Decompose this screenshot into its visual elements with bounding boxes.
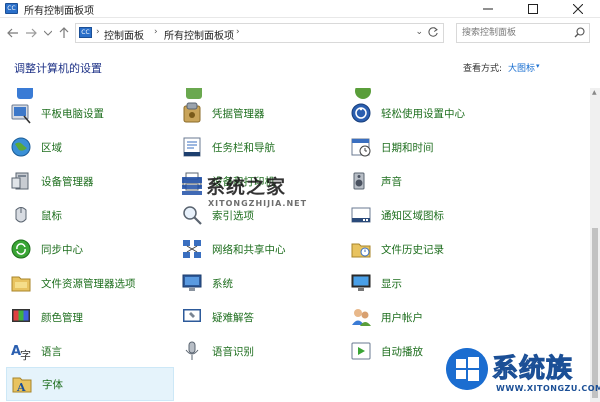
item-date-time[interactable]: 日期和时间 (350, 132, 434, 162)
title-bar: CC 所有控制面板项 (0, 0, 600, 18)
autoplay-icon (350, 340, 372, 362)
sync-center-icon (10, 238, 32, 260)
ease-of-access-icon (350, 102, 372, 124)
minimize-button[interactable] (465, 0, 510, 18)
item-sound[interactable]: 声音 (350, 166, 402, 196)
item-tablet-pc-settings[interactable]: 平板电脑设置 (10, 98, 104, 128)
control-panel-icon: CC (5, 3, 18, 14)
close-icon (572, 4, 583, 14)
panel-header: 调整计算机的设置 查看方式: 大图标 ▾ (0, 48, 600, 88)
system-icon (181, 272, 203, 294)
view-by-chevron-icon[interactable]: ▾ (536, 62, 540, 70)
mouse-icon (10, 204, 32, 226)
watermark-xitongzu: 系统族 WWW.XITONGZU.COM (446, 346, 600, 402)
item-credential-manager[interactable]: 凭据管理器 (181, 98, 265, 128)
item-taskbar-navigation[interactable]: 任务栏和导航 (181, 132, 275, 162)
back-button[interactable] (6, 25, 20, 41)
item-file-explorer-options[interactable]: 文件资源管理器选项 (10, 268, 136, 298)
svg-text:字: 字 (20, 348, 31, 362)
chevron-down-icon (44, 30, 52, 36)
page-title: 调整计算机的设置 (14, 62, 102, 75)
breadcrumb-separator-icon[interactable]: › (154, 27, 158, 37)
search-input[interactable] (462, 26, 562, 40)
up-button[interactable] (57, 25, 71, 41)
item-display[interactable]: 显示 (350, 268, 402, 298)
region-icon (10, 136, 32, 158)
user-accounts-icon (350, 306, 372, 328)
file-history-icon (350, 238, 372, 260)
credential-manager-icon (181, 102, 203, 124)
item-mouse[interactable]: 鼠标 (10, 200, 62, 230)
search-icon[interactable] (574, 27, 585, 41)
refresh-button[interactable] (427, 26, 439, 41)
file-explorer-options-icon (10, 272, 32, 294)
item-network-sharing[interactable]: 网络和共享中心 (181, 234, 286, 264)
item-file-history[interactable]: 文件历史记录 (350, 234, 444, 264)
item-language[interactable]: A字 语言 (10, 336, 62, 366)
address-dropdown-icon[interactable]: ⌄ (415, 27, 423, 37)
item-color-management[interactable]: 颜色管理 (10, 302, 83, 332)
recent-locations-button[interactable] (41, 25, 55, 41)
item-ease-of-access[interactable]: 轻松使用设置中心 (350, 98, 465, 128)
window-title: 所有控制面板项 (24, 6, 94, 17)
device-manager-icon (10, 170, 32, 192)
forward-button[interactable] (24, 25, 38, 41)
refresh-icon (428, 27, 438, 37)
item-sync-center[interactable]: 同步中心 (10, 234, 83, 264)
item-troubleshooting[interactable]: 疑难解答 (181, 302, 254, 332)
up-arrow-icon (59, 27, 69, 38)
item-speech-recognition[interactable]: 语音识别 (181, 336, 254, 366)
minimize-icon (482, 8, 493, 10)
maximize-icon (527, 4, 538, 14)
display-icon (350, 272, 372, 294)
control-panel-crumb-icon: CC (79, 27, 92, 38)
color-management-icon (10, 306, 32, 328)
sound-icon (350, 170, 372, 192)
item-autoplay[interactable]: 自动播放 (350, 336, 423, 366)
forward-arrow-icon (26, 28, 37, 38)
watermark-logo-icon (182, 177, 202, 195)
notification-area-icons-icon (350, 204, 372, 226)
network-sharing-icon (181, 238, 203, 260)
taskbar-navigation-icon (181, 136, 203, 158)
fonts-icon: A (11, 373, 33, 395)
speech-recognition-icon (181, 340, 203, 362)
watermark-xitongzhijia: 系统之家 XITONGZHIJIA.NET (180, 172, 320, 222)
maximize-button[interactable] (510, 0, 555, 18)
address-bar[interactable]: CC › 控制面板 › 所有控制面板项 › ⌄ (75, 23, 444, 43)
tablet-pc-settings-icon (10, 102, 32, 124)
breadcrumb-separator-icon[interactable]: › (236, 27, 240, 37)
view-by-label: 查看方式: (463, 64, 503, 74)
item-system[interactable]: 系统 (181, 268, 233, 298)
close-button[interactable] (555, 0, 600, 18)
item-fonts[interactable]: A 字体 (6, 367, 174, 401)
address-row: CC › 控制面板 › 所有控制面板项 › ⌄ (0, 18, 600, 48)
troubleshooting-icon (181, 306, 203, 328)
item-device-manager[interactable]: 设备管理器 (10, 166, 94, 196)
scroll-up-icon[interactable]: ▲ (592, 89, 597, 96)
breadcrumb-separator-icon[interactable]: › (96, 27, 100, 37)
svg-text:A: A (16, 381, 26, 394)
breadcrumb-all-items[interactable]: 所有控制面板项 (164, 27, 234, 42)
language-icon: A字 (10, 340, 32, 362)
windows-logo-icon (446, 348, 488, 390)
date-time-icon (350, 136, 372, 158)
back-arrow-icon (7, 28, 18, 38)
item-user-accounts[interactable]: 用户帐户 (350, 302, 423, 332)
view-by-dropdown[interactable]: 大图标 (508, 61, 535, 74)
search-box[interactable] (456, 23, 590, 43)
breadcrumb-control-panel[interactable]: 控制面板 (104, 27, 144, 42)
item-region[interactable]: 区域 (10, 132, 62, 162)
item-notification-area-icons[interactable]: 通知区域图标 (350, 200, 444, 230)
